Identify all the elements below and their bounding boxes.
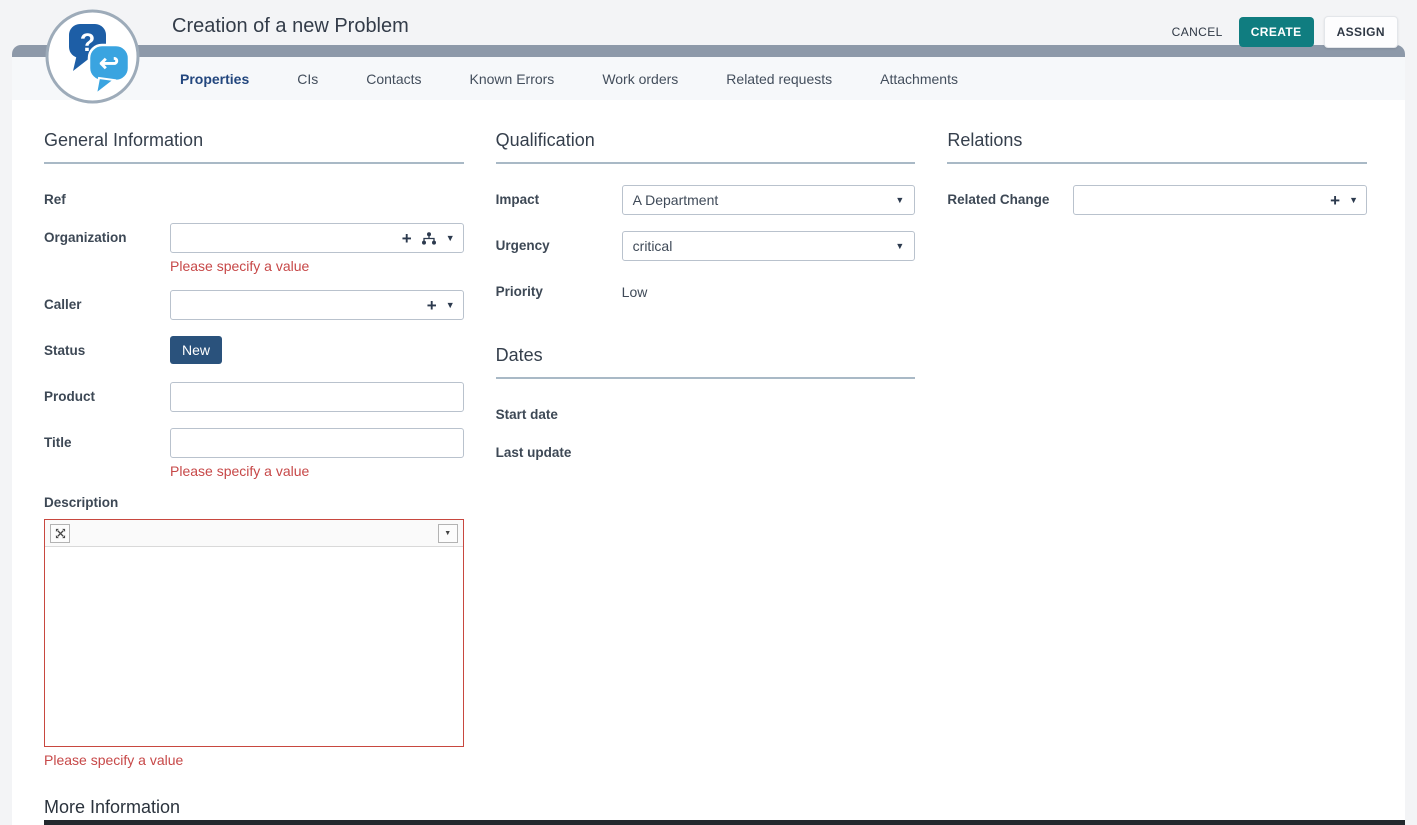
field-title: Title Please specify a value xyxy=(44,428,464,479)
title-input[interactable] xyxy=(170,428,464,458)
tab-bar: Properties CIs Contacts Known Errors Wor… xyxy=(12,57,1405,100)
description-textarea[interactable] xyxy=(45,547,463,746)
field-related-change: Related Change + ▼ xyxy=(947,185,1367,215)
title-label: Title xyxy=(44,428,170,479)
toolbar-collapse-button[interactable]: ▼ xyxy=(438,524,458,543)
column-relations: Relations Related Change + ▼ xyxy=(947,130,1367,768)
section-title-dates: Dates xyxy=(496,345,916,379)
impact-dropdown-icon: ▼ xyxy=(895,195,904,205)
more-information-divider xyxy=(44,820,1405,825)
urgency-select[interactable]: critical ▼ xyxy=(622,231,916,261)
related-change-label: Related Change xyxy=(947,185,1073,215)
toolbar-dropdown-icon: ▼ xyxy=(444,530,451,537)
field-product: Product xyxy=(44,382,464,412)
section-title-general: General Information xyxy=(44,130,464,164)
header-actions: CANCEL CREATE ASSIGN xyxy=(1166,16,1398,48)
status-label: Status xyxy=(44,336,170,366)
section-dates: Dates Start date Last update xyxy=(496,345,916,460)
field-start-date: Start date xyxy=(496,400,916,422)
description-error: Please specify a value xyxy=(44,752,464,768)
last-update-label: Last update xyxy=(496,438,622,460)
field-caller: Caller + ▼ xyxy=(44,290,464,320)
add-organization-icon[interactable]: + xyxy=(402,230,412,247)
cancel-button[interactable]: CANCEL xyxy=(1166,18,1229,46)
start-date-label: Start date xyxy=(496,400,622,422)
impact-select[interactable]: A Department ▼ xyxy=(622,185,916,215)
description-label: Description xyxy=(44,495,464,510)
field-last-update: Last update xyxy=(496,438,916,460)
object-panel: Properties CIs Contacts Known Errors Wor… xyxy=(12,45,1405,825)
section-general-information: General Information Ref Organization + xyxy=(44,130,464,768)
svg-text:↩: ↩ xyxy=(99,50,119,77)
related-change-dropdown-icon[interactable]: ▼ xyxy=(1349,195,1358,205)
field-description: Description ▼ xyxy=(44,495,464,768)
title-error: Please specify a value xyxy=(170,463,464,479)
organization-label: Organization xyxy=(44,223,170,274)
tab-known-errors[interactable]: Known Errors xyxy=(470,71,555,87)
urgency-value: critical xyxy=(633,238,673,254)
section-title-more-information: More Information xyxy=(44,797,180,818)
product-input[interactable] xyxy=(170,382,464,412)
maximize-icon xyxy=(55,528,66,539)
section-relations: Relations Related Change + ▼ xyxy=(947,130,1367,215)
column-qualification: Qualification Impact A Department ▼ Urge… xyxy=(496,130,916,768)
tab-work-orders[interactable]: Work orders xyxy=(602,71,678,87)
priority-label: Priority xyxy=(496,277,622,307)
caller-label: Caller xyxy=(44,290,170,320)
hierarchy-icon[interactable] xyxy=(421,232,437,245)
description-editor: ▼ xyxy=(44,519,464,747)
urgency-label: Urgency xyxy=(496,231,622,261)
add-related-change-icon[interactable]: + xyxy=(1330,192,1340,209)
impact-label: Impact xyxy=(496,185,622,215)
form-content: General Information Ref Organization + xyxy=(12,100,1405,768)
problem-logo: ? ↩ xyxy=(44,8,141,105)
field-ref: Ref xyxy=(44,185,464,207)
priority-value: Low xyxy=(622,277,916,300)
create-button[interactable]: CREATE xyxy=(1239,17,1314,47)
field-status: Status New xyxy=(44,336,464,366)
related-change-input[interactable] xyxy=(1073,185,1367,215)
tab-attachments[interactable]: Attachments xyxy=(880,71,958,87)
caller-input[interactable] xyxy=(170,290,464,320)
status-badge: New xyxy=(170,336,222,364)
section-qualification: Qualification Impact A Department ▼ Urge… xyxy=(496,130,916,307)
field-impact: Impact A Department ▼ xyxy=(496,185,916,215)
tab-properties[interactable]: Properties xyxy=(180,71,249,87)
field-urgency: Urgency critical ▼ xyxy=(496,231,916,261)
tab-cis[interactable]: CIs xyxy=(297,71,318,87)
section-title-qualification: Qualification xyxy=(496,130,916,164)
column-general: General Information Ref Organization + xyxy=(44,130,464,768)
maximize-button[interactable] xyxy=(50,524,70,543)
page-title: Creation of a new Problem xyxy=(172,15,409,38)
product-label: Product xyxy=(44,382,170,412)
tab-related-requests[interactable]: Related requests xyxy=(726,71,832,87)
ref-label: Ref xyxy=(44,185,170,207)
tab-contacts[interactable]: Contacts xyxy=(366,71,421,87)
add-caller-icon[interactable]: + xyxy=(427,297,437,314)
urgency-dropdown-icon: ▼ xyxy=(895,241,904,251)
assign-button[interactable]: ASSIGN xyxy=(1324,16,1398,48)
impact-value: A Department xyxy=(633,192,719,208)
caller-dropdown-icon[interactable]: ▼ xyxy=(446,300,455,310)
field-priority: Priority Low xyxy=(496,277,916,307)
organization-dropdown-icon[interactable]: ▼ xyxy=(446,233,455,243)
organization-error: Please specify a value xyxy=(170,258,464,274)
field-organization: Organization + ▼ xyxy=(44,223,464,274)
section-title-relations: Relations xyxy=(947,130,1367,164)
description-editor-toolbar: ▼ xyxy=(45,520,463,547)
